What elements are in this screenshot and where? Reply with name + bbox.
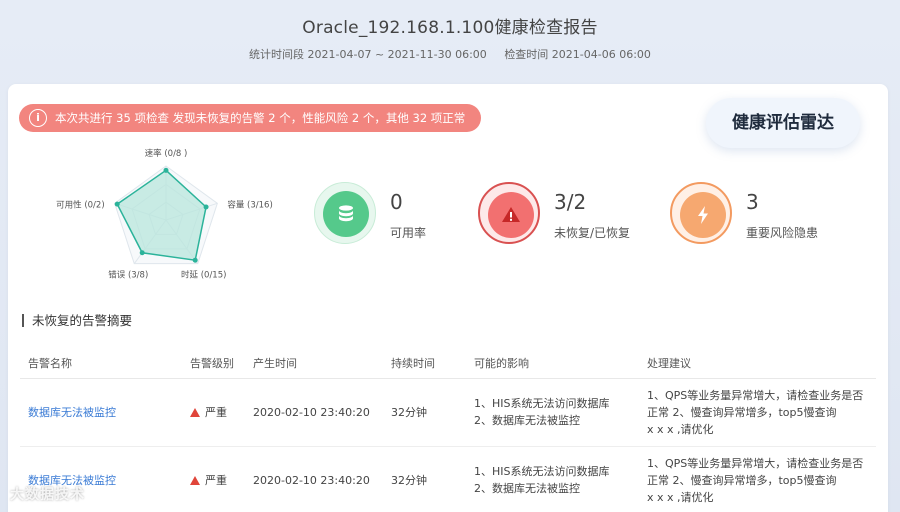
alert-duration: 32分钟 xyxy=(383,378,466,447)
table-header-row: 告警名称 告警级别 产生时间 持续时间 可能的影响 处理建议 xyxy=(20,348,876,379)
alert-impact: 1、HIS系统无法访问数据库 2、数据库无法被监控 xyxy=(466,446,639,512)
stat-risks: 3 重要风险隐患 xyxy=(670,182,840,246)
database-icon xyxy=(339,205,353,222)
warning-icon xyxy=(502,207,520,222)
lightning-icon xyxy=(698,206,708,224)
radar-point xyxy=(114,201,120,207)
alert-advice: 1、QPS等业务量异常增大，请检查业务是否 正常 2、慢查询异常增多，top5慢… xyxy=(639,378,876,447)
alert-level-text: 严重 xyxy=(205,405,227,419)
stat-circle xyxy=(478,182,540,244)
alert-impact: 1、HIS系统无法访问数据库 2、数据库无法被监控 xyxy=(466,378,639,447)
advice-line: 正常 2、慢查询异常增多，top5慢查询 xyxy=(647,405,837,419)
radar-label-latency: 时延 (0/15) xyxy=(181,270,226,281)
alert-name-link[interactable]: 数据库无法被监控 xyxy=(28,406,116,419)
warning-icon xyxy=(190,407,200,417)
stat-availability: 0 可用率 xyxy=(314,182,454,246)
health-radar-button[interactable]: 健康评估雷达 xyxy=(706,98,860,148)
column-header-time: 产生时间 xyxy=(245,348,383,379)
stat-alerts: 3/2 未恢复/已恢复 xyxy=(478,182,648,246)
report-card: i 本次共进行 35 项检查 发现未恢复的告警 2 个，性能风险 2 个，其他 … xyxy=(8,84,888,512)
impact-line: 1、HIS系统无法访问数据库 xyxy=(474,465,610,478)
advice-line: 1、QPS等业务量异常增大，请检查业务是否 xyxy=(647,388,864,402)
impact-line: 2、数据库无法被监控 xyxy=(474,414,580,427)
statistics-period: 统计时间段 2021-04-07 ~ 2021-11-30 06:00 xyxy=(249,48,487,61)
alert-time: 2020-02-10 23:40:20 xyxy=(245,446,383,512)
column-header-duration: 持续时间 xyxy=(383,348,466,379)
check-time: 检查时间 2021-04-06 06:00 xyxy=(504,48,651,61)
report-header: Oracle_192.168.1.100健康检查报告 统计时间段 2021-04… xyxy=(0,0,900,80)
radar-point xyxy=(163,167,169,173)
watermark: 大数据技术 xyxy=(10,487,85,503)
stat-value: 3 xyxy=(746,190,759,214)
radar-label-capacity: 容量 (3/16) xyxy=(227,199,272,210)
warning-icon xyxy=(190,475,200,485)
info-icon: i xyxy=(29,109,47,127)
column-header-impact: 可能的影响 xyxy=(466,348,639,379)
alert-summary-table: 告警名称 告警级别 产生时间 持续时间 可能的影响 处理建议 数据库无法被监控 … xyxy=(20,348,876,512)
advice-line: 正常 2、慢查询异常增多，top5慢查询 xyxy=(647,473,837,487)
radar-point xyxy=(203,204,209,210)
table-row: 数据库无法被监控 严重 2020-02-10 23:40:20 32分钟 1、H… xyxy=(20,378,876,447)
stat-circle xyxy=(314,182,376,244)
stat-value: 0 xyxy=(390,190,403,214)
advice-line: x x x ,请优化 xyxy=(647,490,714,504)
stat-circle xyxy=(670,182,732,244)
radar-label-availability: 可用性 (0/2) xyxy=(56,199,105,210)
table-row: 数据库无法被监控 严重 2020-02-10 23:40:20 32分钟 1、H… xyxy=(20,446,876,512)
health-radar-chart: 速率 (0/8 ) 容量 (3/16) 时延 (0/15) 错误 (3/8) 可… xyxy=(56,148,273,281)
advice-line: 1、QPS等业务量异常增大，请检查业务是否 xyxy=(647,456,864,470)
radar-point xyxy=(192,257,198,263)
stat-label: 重要风险隐患 xyxy=(746,226,819,240)
alert-level: 严重 xyxy=(182,378,245,447)
summary-text: 本次共进行 35 项检查 发现未恢复的告警 2 个，性能风险 2 个，其他 32… xyxy=(55,111,466,125)
impact-line: 2、数据库无法被监控 xyxy=(474,482,580,495)
advice-line: x x x ,请优化 xyxy=(647,422,714,436)
page-title: Oracle_192.168.1.100健康检查报告 xyxy=(302,18,598,38)
alert-level: 严重 xyxy=(182,446,245,512)
section-title: 未恢复的告警摘要 xyxy=(22,314,132,327)
stat-value: 3/2 xyxy=(554,190,587,214)
alert-duration: 32分钟 xyxy=(383,446,466,512)
summary-banner: i 本次共进行 35 项检查 发现未恢复的告警 2 个，性能风险 2 个，其他 … xyxy=(19,104,482,132)
column-header-advice: 处理建议 xyxy=(639,348,876,379)
stat-label: 可用率 xyxy=(390,226,427,240)
alert-time: 2020-02-10 23:40:20 xyxy=(245,378,383,447)
report-meta: 统计时间段 2021-04-07 ~ 2021-11-30 06:00 检查时间… xyxy=(0,46,900,62)
alert-level-text: 严重 xyxy=(205,473,227,487)
column-header-level: 告警级别 xyxy=(182,348,245,379)
radar-label-error: 错误 (3/8) xyxy=(108,270,148,281)
radar-point xyxy=(139,250,145,256)
stat-label: 未恢复/已恢复 xyxy=(554,226,631,240)
alert-advice: 1、QPS等业务量异常增大，请检查业务是否 正常 2、慢查询异常增多，top5慢… xyxy=(639,446,876,512)
impact-line: 1、HIS系统无法访问数据库 xyxy=(474,397,610,410)
radar-label-rate: 速率 (0/8 ) xyxy=(145,148,188,159)
column-header-name: 告警名称 xyxy=(20,348,182,379)
